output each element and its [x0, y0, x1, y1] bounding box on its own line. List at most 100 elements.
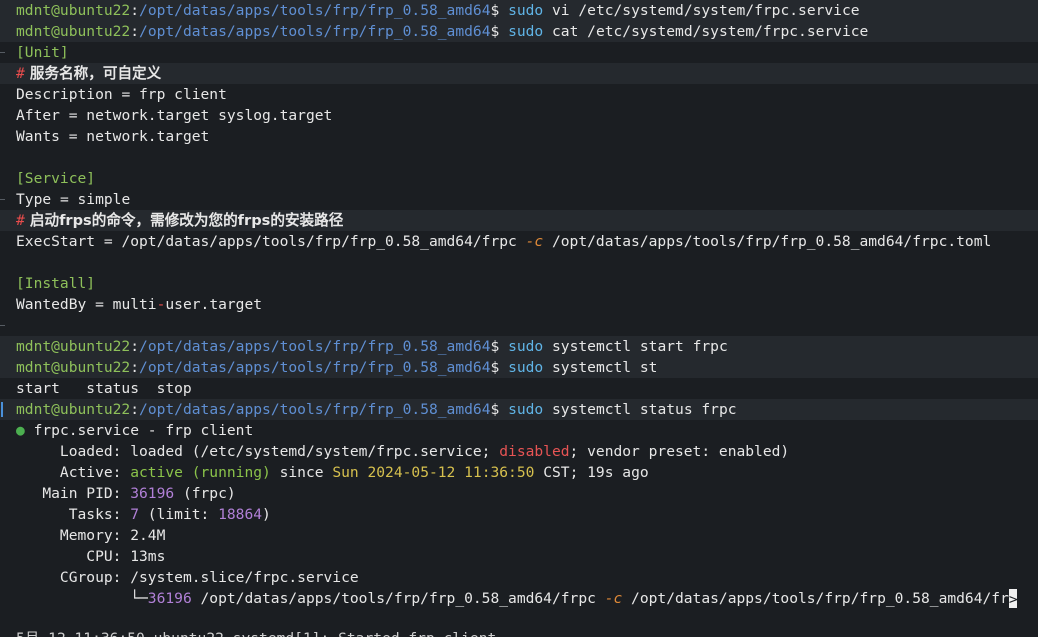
comment-text: 启动frps的命令，需修改为您的frps的安装路径: [24, 212, 344, 229]
gutter-dash: [0, 42, 12, 63]
prompt-dollar: $: [490, 23, 500, 40]
section-header: [Service]: [16, 170, 96, 187]
status-label: Main PID:: [16, 485, 122, 502]
command-sudo: sudo: [508, 2, 544, 19]
gutter-mark: [0, 63, 12, 84]
terminal-line-status-command: mdnt@ubuntu22:/opt/datas/apps/tools/frp/…: [0, 399, 1038, 420]
status-label: Loaded:: [16, 443, 122, 460]
config-key: Type: [16, 191, 52, 208]
prompt-cwd: /opt/datas/apps/tools/frp/frp_0.58_amd64: [139, 2, 491, 19]
gutter-mark: [0, 0, 12, 21]
status-line-memory: Memory: 2.4M: [0, 525, 1038, 546]
prompt-dollar: $: [490, 359, 500, 376]
command-sudo: sudo: [508, 401, 544, 418]
terminal-window[interactable]: mdnt@ubuntu22:/opt/datas/apps/tools/frp/…: [0, 0, 1038, 637]
status-line-active: Active: active (running) since Sun 2024-…: [0, 462, 1038, 483]
status-value: ): [262, 506, 271, 523]
status-tasks-count: 7: [121, 506, 140, 523]
gutter-mark: [0, 210, 12, 231]
config-value: network.target: [86, 128, 210, 145]
status-pid: 36196: [121, 485, 175, 502]
status-value: loaded (/etc/systemd/system/frpc.service…: [121, 443, 500, 460]
pager-cursor[interactable]: >: [1008, 589, 1018, 608]
gutter-bar: [0, 399, 12, 420]
status-value: CST; 19s ago: [534, 464, 649, 481]
comment-hash: #: [16, 212, 25, 229]
command-text: cat /etc/systemd/system/frpc.service: [543, 23, 869, 40]
status-value: (frpc): [174, 485, 236, 502]
prompt-user-host: mdnt@ubuntu22: [16, 2, 131, 19]
status-value: 13ms: [121, 548, 166, 565]
gutter-dash: [0, 315, 12, 336]
file-line-comment: # 启动frps的命令，需修改为您的frps的安装路径: [0, 210, 1038, 231]
file-line-blank: [0, 315, 1038, 336]
file-line-wantedby: WantedBy = multi-user.target: [0, 294, 1038, 315]
prompt-dollar: $: [490, 2, 500, 19]
terminal-line-st-command: mdnt@ubuntu22:/opt/datas/apps/tools/frp/…: [0, 357, 1038, 378]
status-active-state: active (running): [121, 464, 271, 481]
tree-command: /opt/datas/apps/tools/frp/frp_0.58_amd64…: [191, 590, 605, 607]
tree-pid: 36196: [147, 590, 192, 607]
file-line-comment: # 服务名称，可自定义: [0, 63, 1038, 84]
tree-path: /opt/datas/apps/tools/frp/frp_0.58_amd64…: [622, 590, 1009, 607]
config-value: /opt/datas/apps/tools/frp/frp_0.58_amd64…: [121, 233, 526, 250]
command-text: systemctl status frpc: [543, 401, 737, 418]
config-equals: =: [86, 296, 113, 313]
config-equals: =: [51, 191, 78, 208]
config-value: multi: [112, 296, 157, 313]
config-value: network.target syslog.target: [86, 107, 333, 124]
command-text: systemctl st: [543, 359, 658, 376]
status-value: (limit:: [139, 506, 219, 523]
status-label: CPU:: [16, 548, 122, 565]
config-value: user.target: [165, 296, 263, 313]
status-line-cgroup: CGroup: /system.slice/frpc.service: [0, 567, 1038, 588]
comment-text: 服务名称，可自定义: [24, 65, 162, 82]
status-label: CGroup:: [16, 569, 122, 586]
config-key: ExecStart: [16, 233, 96, 250]
config-equals: =: [59, 128, 87, 145]
status-disabled: disabled: [499, 443, 570, 460]
config-value: simple: [77, 191, 131, 208]
config-value: /opt/datas/apps/tools/frp/frp_0.58_amd64…: [543, 233, 992, 250]
gutter-mark: [0, 336, 12, 357]
config-key: Description: [16, 86, 113, 103]
command-text: systemctl start frpc: [543, 338, 728, 355]
prompt-user-host: mdnt@ubuntu22: [16, 359, 131, 376]
journal-log-line-partial: 5月 12 11:36:50 ubuntu22 systemd[1]: Star…: [16, 628, 505, 637]
status-line-loaded: Loaded: loaded (/etc/systemd/system/frpc…: [0, 441, 1038, 462]
file-line-blank: [0, 147, 1038, 168]
status-value: 2.4M: [121, 527, 166, 544]
status-value: /system.slice/frpc.service: [121, 569, 359, 586]
section-header: [Unit]: [16, 44, 69, 61]
prompt-cwd: /opt/datas/apps/tools/frp/frp_0.58_amd64: [139, 401, 491, 418]
command-sudo: sudo: [508, 338, 544, 355]
cursor-char: >: [1008, 591, 1018, 608]
config-equals: =: [112, 86, 140, 103]
terminal-line-vi-command: mdnt@ubuntu22:/opt/datas/apps/tools/frp/…: [0, 0, 1038, 21]
status-line-cpu: CPU: 13ms: [0, 546, 1038, 567]
gutter-mark: [0, 21, 12, 42]
tree-flag: -c: [604, 590, 623, 607]
status-line-cgroup-tree: └─36196 /opt/datas/apps/tools/frp/frp_0.…: [0, 588, 1038, 609]
file-line-blank: [0, 252, 1038, 273]
config-equals: =: [59, 107, 87, 124]
config-value: frp client: [139, 86, 227, 103]
config-equals: =: [95, 233, 122, 250]
prompt-cwd: /opt/datas/apps/tools/frp/frp_0.58_amd64: [139, 359, 491, 376]
file-line-after: After = network.target syslog.target: [0, 105, 1038, 126]
prompt-cwd: /opt/datas/apps/tools/frp/frp_0.58_amd64: [139, 338, 491, 355]
comment-hash: #: [16, 65, 25, 82]
status-line-main-pid: Main PID: 36196 (frpc): [0, 483, 1038, 504]
status-label: Active:: [16, 464, 122, 481]
command-sudo: sudo: [508, 359, 544, 376]
gutter-dash: [0, 189, 12, 210]
file-line-unit-header: [Unit]: [0, 42, 1038, 63]
command-text: vi /etc/systemd/system/frpc.service: [543, 2, 860, 19]
file-line-type: Type = simple: [0, 189, 1038, 210]
prompt-dollar: $: [490, 338, 500, 355]
status-unit-name: frpc.service - frp client: [24, 422, 254, 439]
prompt-user-host: mdnt@ubuntu22: [16, 338, 131, 355]
section-header: [Install]: [16, 275, 96, 292]
config-flag: -c: [525, 233, 544, 250]
config-key: After: [16, 107, 60, 124]
